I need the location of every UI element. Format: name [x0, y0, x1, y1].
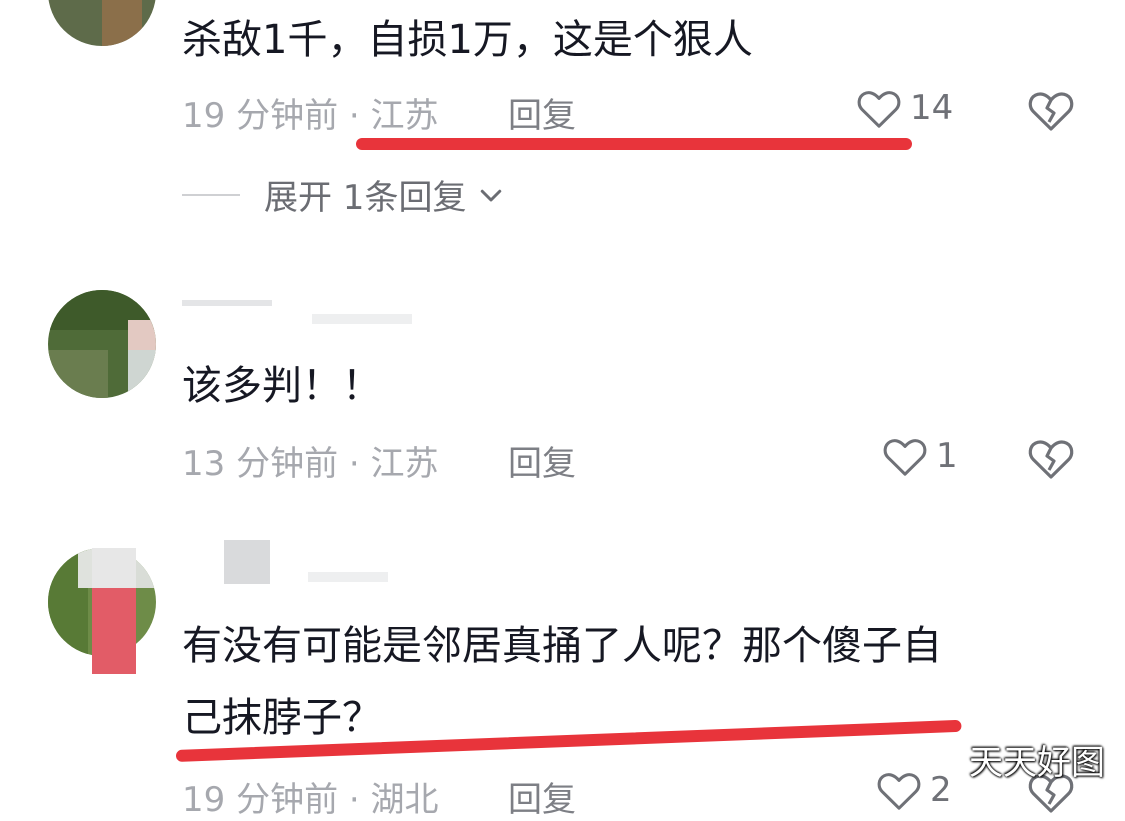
avatar[interactable]: [48, 290, 156, 398]
like-button[interactable]: 2: [876, 768, 952, 812]
heart-outline-icon: [883, 439, 927, 476]
comment-text: 己抹脖子？: [182, 695, 382, 741]
chevron-down-icon: [481, 189, 502, 201]
heart-outline-icon: [877, 773, 921, 810]
comment-time-location: 13 分钟前 · 江苏: [182, 444, 439, 484]
like-count: 14: [910, 88, 954, 128]
comment-text: 有没有可能是邻居真捅了人呢？那个傻子自: [182, 623, 942, 669]
like-button[interactable]: 1: [882, 434, 958, 478]
like-button[interactable]: 14: [856, 86, 953, 130]
broken-heart-icon[interactable]: [1027, 436, 1075, 480]
comment-time-location: 19 分钟前 · 江苏: [182, 96, 439, 136]
avatar[interactable]: [48, 0, 156, 46]
username-blurred[interactable]: [224, 540, 394, 590]
broken-heart-icon[interactable]: [1027, 88, 1075, 132]
comment-text: 杀敌1千，自损1万，这是个狠人: [182, 17, 753, 63]
heart-outline-icon: [857, 91, 901, 128]
comment-text: 该多判！！: [182, 363, 382, 409]
expand-replies-label: 展开 1条回复: [264, 178, 467, 218]
avatar-mosaic: [92, 548, 136, 588]
annotation-underline: [356, 138, 912, 150]
reply-button[interactable]: 回复: [508, 772, 576, 821]
reply-button[interactable]: 回复: [508, 436, 576, 485]
watermark: 天天好图: [969, 743, 1105, 783]
avatar-mosaic: [92, 588, 136, 674]
username-blurred[interactable]: [182, 296, 412, 326]
expand-replies-button[interactable]: 展开 1条回复: [182, 170, 506, 219]
reply-button[interactable]: 回复: [508, 88, 576, 137]
comment-time-location: 19 分钟前 · 湖北: [182, 780, 439, 820]
like-count: 1: [936, 436, 958, 476]
like-count: 2: [930, 770, 952, 810]
divider: [182, 193, 240, 196]
